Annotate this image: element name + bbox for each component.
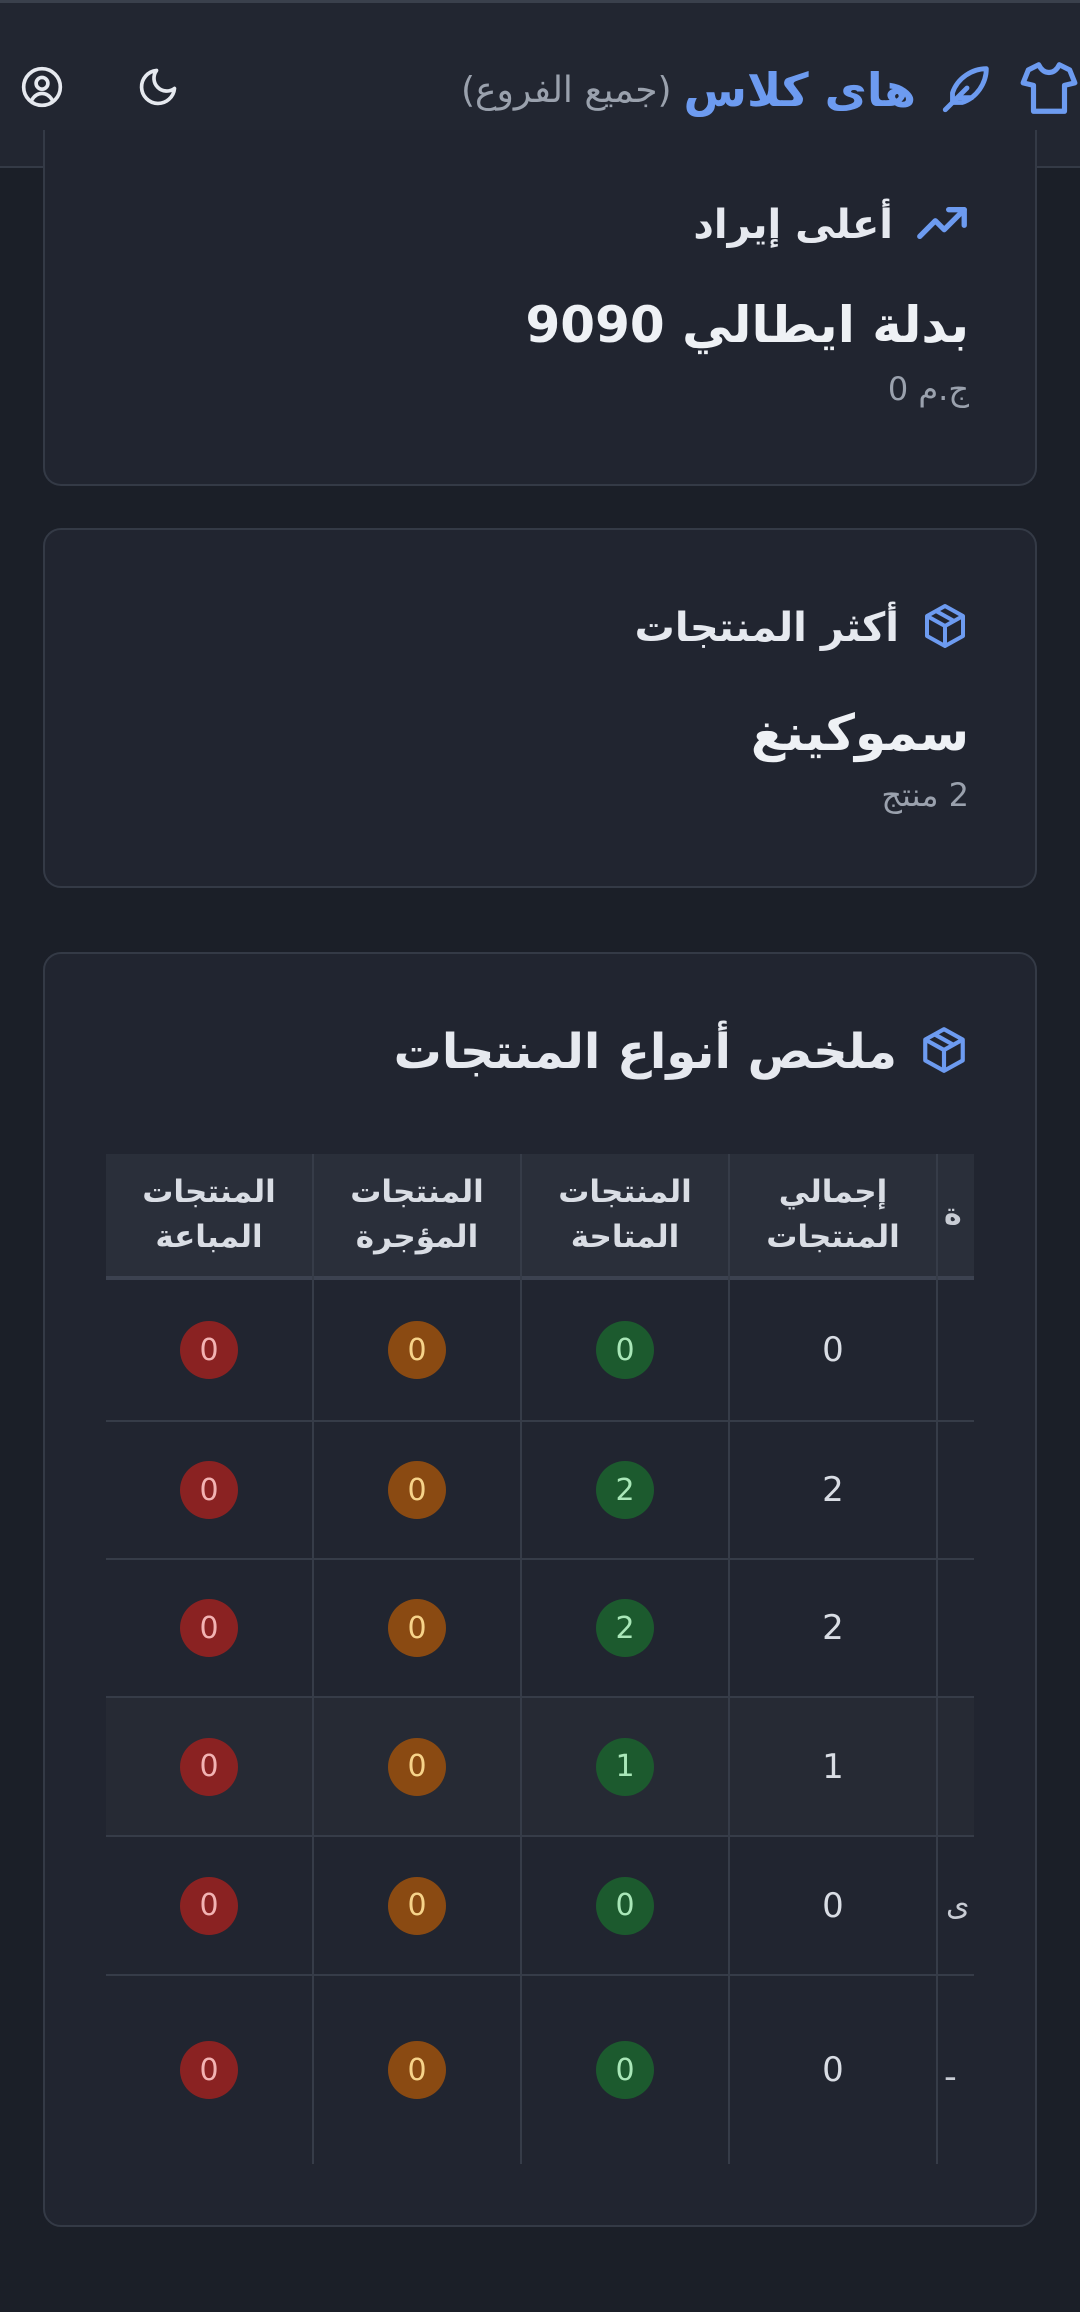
total-count: 2 (822, 1608, 844, 1648)
cell-sold: 0 (106, 1976, 312, 2164)
product-types-summary-card: ملخص أنواع المنتجات المنتجات المباعة الم… (43, 952, 1037, 2227)
cell-rented: 0 (314, 1976, 520, 2164)
available-count-badge: 2 (596, 1461, 654, 1519)
cell-sold: 0 (106, 1280, 312, 1420)
summary-heading: ملخص أنواع المنتجات (394, 1024, 969, 1080)
cell-clipped: ى (938, 1837, 974, 1974)
cell-sold: 0 (106, 1698, 312, 1835)
cell-clipped: ـ (938, 1976, 974, 2164)
column-header-clipped: ة (944, 1197, 962, 1233)
moon-icon[interactable] (136, 65, 180, 113)
cell-total: 2 (730, 1422, 936, 1558)
top-products-card: أكثر المنتجات سموكينغ 2 منتج (43, 528, 1037, 888)
column-header-rented: المنتجات المؤجرة (350, 1174, 484, 1255)
cell-sold: 0 (106, 1560, 312, 1696)
branch-scope: (جميع الفروع) (460, 69, 672, 111)
trending-up-icon (915, 203, 969, 247)
column-header-available: المنتجات المتاحة (558, 1174, 692, 1255)
column-divider (728, 1154, 730, 2164)
cell-available: 0 (522, 1837, 728, 1974)
total-count: 0 (822, 1885, 844, 1926)
rented-count-badge: 0 (388, 2041, 446, 2099)
cell-sold: 0 (106, 1422, 312, 1558)
cell-total: 2 (730, 1560, 936, 1696)
summary-table-scroll[interactable]: المنتجات المباعة المنتجات المؤجرة المنتج… (106, 1154, 974, 2164)
column-divider (936, 1154, 938, 2164)
table-row: 0 0 0 0 ـ (106, 1976, 974, 2164)
cell-available: 1 (522, 1698, 728, 1835)
total-count: 0 (822, 1330, 844, 1370)
cell-rented: 0 (314, 1698, 520, 1835)
box-icon (921, 602, 969, 654)
cell-available: 0 (522, 1280, 728, 1420)
cell-total: 0 (730, 1280, 936, 1420)
column-header-sold: المنتجات المباعة (142, 1174, 276, 1255)
rented-count-badge: 0 (388, 1737, 446, 1796)
rented-count-badge: 0 (388, 1876, 446, 1935)
total-count: 1 (822, 1746, 844, 1787)
cell-total: 0 (730, 1837, 936, 1974)
cell-clipped (938, 1698, 974, 1835)
cell-total: 0 (730, 1976, 936, 2164)
column-divider (520, 1154, 522, 2164)
available-count-badge: 2 (596, 1599, 654, 1657)
total-count: 2 (822, 1470, 844, 1510)
rented-count-badge: 0 (388, 1461, 446, 1519)
table-row: 0 0 0 0 (106, 1280, 974, 1422)
sold-count-badge: 0 (180, 1599, 238, 1657)
cell-clipped (938, 1560, 974, 1696)
cell-rented: 0 (314, 1560, 520, 1696)
rented-count-badge: 0 (388, 1599, 446, 1657)
table-header-row: المنتجات المباعة المنتجات المؤجرة المنتج… (106, 1154, 974, 1280)
column-divider (312, 1154, 314, 2164)
box-icon (919, 1025, 969, 1079)
sold-count-badge: 0 (180, 1321, 238, 1379)
cell-sold: 0 (106, 1837, 312, 1974)
column-header-total: إجمالي المنتجات (766, 1174, 900, 1255)
top-revenue-heading: أعلى إيراد (693, 202, 969, 248)
cell-rented: 0 (314, 1280, 520, 1420)
user-circle-icon[interactable] (20, 65, 64, 113)
top-revenue-amount: ج.م 0 (887, 370, 969, 408)
brand[interactable]: هاى كلاس (جميع الفروع) (461, 55, 1080, 125)
summary-table: المنتجات المباعة المنتجات المؤجرة المنتج… (106, 1154, 974, 2164)
sold-count-badge: 0 (180, 2041, 238, 2099)
top-revenue-product: بدلة ايطالي 9090 (525, 296, 970, 354)
table-row: 0 0 0 0 ى (106, 1837, 974, 1976)
sold-count-badge: 0 (180, 1461, 238, 1519)
available-count-badge: 0 (596, 1876, 654, 1935)
cell-available: 2 (522, 1422, 728, 1558)
table-row: 0 0 2 2 (106, 1422, 974, 1560)
summary-title: ملخص أنواع المنتجات (393, 1024, 897, 1080)
sold-count-badge: 0 (180, 1737, 238, 1796)
cell-rented: 0 (314, 1422, 520, 1558)
available-count-badge: 0 (596, 1321, 654, 1379)
available-count-badge: 1 (596, 1737, 654, 1796)
cell-rented: 0 (314, 1837, 520, 1974)
total-count: 0 (822, 2050, 844, 2090)
shirt-icon (1018, 57, 1080, 123)
cell-available: 0 (522, 1976, 728, 2164)
table-row: 0 0 2 2 (106, 1560, 974, 1698)
brand-name: هاى كلاس (683, 63, 917, 117)
top-products-count: 2 منتج (881, 776, 969, 814)
top-revenue-title: أعلى إيراد (693, 202, 893, 248)
top-products-heading: أكثر المنتجات (635, 602, 969, 654)
cell-total: 1 (730, 1698, 936, 1835)
sold-count-badge: 0 (180, 1876, 238, 1935)
top-products-category: سموكينغ (750, 704, 969, 762)
clipped-text: ى (946, 1888, 970, 1923)
table-row: 0 0 1 1 (106, 1698, 974, 1837)
top-revenue-card: أعلى إيراد بدلة ايطالي 9090 ج.م 0 (43, 130, 1037, 486)
cell-clipped (938, 1280, 974, 1420)
cell-clipped (938, 1422, 974, 1558)
cell-available: 2 (522, 1560, 728, 1696)
top-products-title: أكثر المنتجات (634, 605, 899, 651)
rented-count-badge: 0 (388, 1321, 446, 1379)
available-count-badge: 0 (596, 2041, 654, 2099)
clipped-text: ـ (946, 2052, 955, 2088)
feather-icon (938, 59, 996, 121)
